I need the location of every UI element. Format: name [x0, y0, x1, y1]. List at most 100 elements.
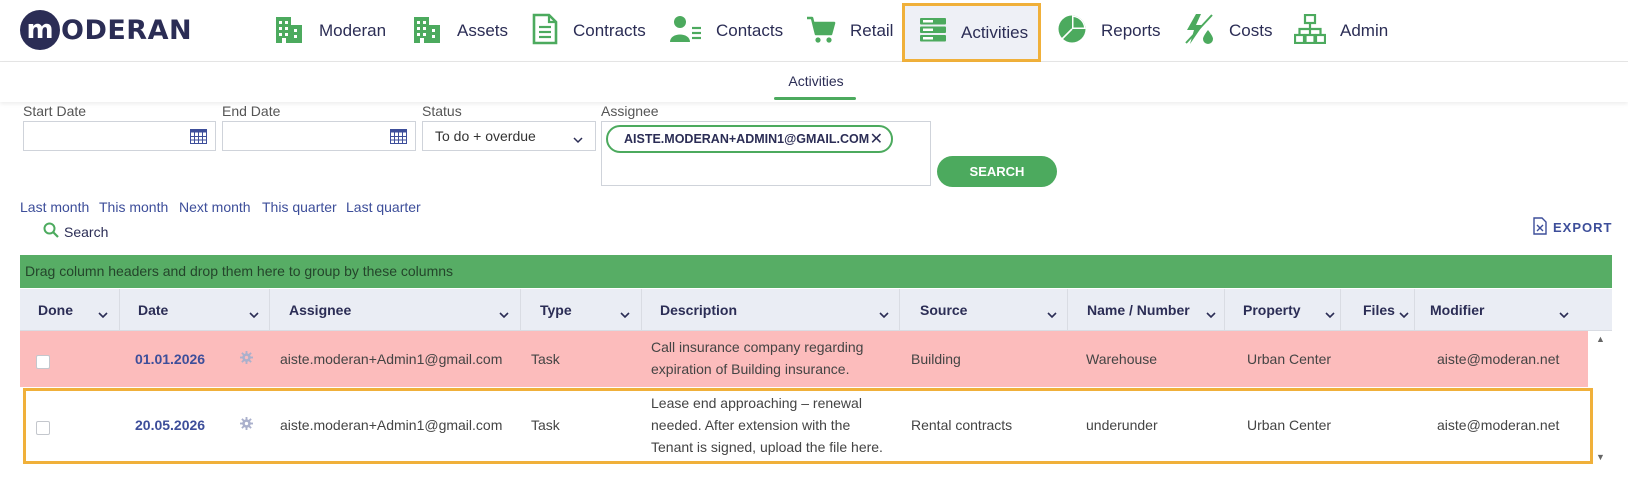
top-navigation: m ODERAN Moderan Assets Contracts Contac…	[0, 0, 1628, 62]
nav-label: Activities	[961, 22, 1029, 42]
nav-label: Reports	[1101, 21, 1161, 40]
nav-item-activities[interactable]: Activities	[902, 3, 1041, 62]
column-header-label: Name / Number	[1087, 302, 1190, 318]
pie-chart-icon	[1057, 14, 1101, 49]
quick-range-next-month[interactable]: Next month	[179, 199, 251, 215]
description-line: expiration of Building insurance.	[651, 361, 850, 377]
start-date-field[interactable]	[23, 121, 216, 151]
close-icon[interactable]: ✕	[870, 129, 883, 149]
end-date-label: End Date	[222, 103, 281, 119]
property-cell: Urban Center	[1247, 351, 1332, 367]
column-header-label: Modifier	[1430, 302, 1485, 318]
status-select[interactable]: To do + overdue	[422, 121, 596, 151]
column-header-modifier[interactable]: Modifier	[1415, 289, 1612, 331]
column-header-label: Property	[1243, 302, 1301, 318]
nav-item-admin[interactable]: Admin	[1293, 0, 1389, 62]
chevron-down-icon[interactable]	[98, 306, 108, 322]
chevron-down-icon[interactable]	[1325, 306, 1335, 322]
gear-icon[interactable]	[240, 351, 253, 367]
tab-activities[interactable]: Activities	[775, 73, 857, 89]
export-button[interactable]: EXPORT	[1533, 217, 1612, 238]
name-number-cell: Warehouse	[1086, 351, 1158, 367]
column-header-assignee[interactable]: Assignee	[270, 289, 521, 331]
nav-item-moderan[interactable]: Moderan	[273, 0, 386, 62]
moderan-logo[interactable]: m ODERAN	[20, 10, 192, 50]
description-line: needed. After extension with the	[651, 417, 851, 433]
search-icon	[43, 222, 59, 241]
column-header-done[interactable]: Done	[20, 289, 120, 331]
logo-text: ODERAN	[61, 14, 193, 46]
nav-label: Contacts	[716, 21, 784, 40]
server-list-icon	[919, 17, 961, 48]
nav-label: Assets	[457, 21, 509, 40]
document-icon	[531, 13, 573, 50]
description-line: Call insurance company regarding	[651, 339, 864, 355]
nav-item-contacts[interactable]: Contacts	[670, 0, 783, 62]
building-icon	[411, 13, 457, 50]
search-link-label: Search	[64, 223, 109, 240]
nav-item-reports[interactable]: Reports	[1057, 0, 1161, 62]
end-date-field[interactable]	[222, 121, 416, 151]
column-header-label: Files	[1363, 302, 1395, 318]
org-chart-icon	[1293, 13, 1340, 49]
description-line: Lease end approaching – renewal	[651, 395, 862, 411]
quick-range-this-quarter[interactable]: This quarter	[262, 199, 337, 215]
chevron-down-icon[interactable]	[499, 306, 509, 322]
description-cell: Call insurance company regarding expirat…	[651, 336, 863, 380]
export-label: EXPORT	[1553, 220, 1613, 235]
column-header-source[interactable]: Source	[900, 289, 1068, 331]
modifier-cell: aiste@moderan.net	[1437, 417, 1560, 433]
nav-item-assets[interactable]: Assets	[411, 0, 508, 62]
contacts-icon	[670, 14, 716, 49]
source-cell: Rental contracts	[911, 417, 1013, 433]
name-number-cell: underunder	[1086, 417, 1158, 433]
column-header-name-number[interactable]: Name / Number	[1068, 289, 1225, 331]
nav-item-contracts[interactable]: Contracts	[531, 0, 646, 62]
table-row[interactable]: 01.01.2026 aiste.moderan+Admin1@gmail.co…	[20, 331, 1588, 387]
nav-item-costs[interactable]: Costs	[1183, 0, 1272, 62]
building-icon	[273, 13, 319, 50]
chevron-down-icon	[573, 131, 583, 147]
column-header-date[interactable]: Date	[120, 289, 270, 331]
assignee-label: Assignee	[601, 103, 659, 119]
nav-label: Admin	[1340, 21, 1389, 40]
column-header-label: Description	[660, 302, 738, 318]
nav-item-retail[interactable]: Retail	[806, 0, 893, 62]
chevron-down-icon[interactable]	[1206, 306, 1216, 322]
column-header-description[interactable]: Description	[642, 289, 900, 331]
table-row[interactable]: 20.05.2026 aiste.moderan+Admin1@gmail.co…	[20, 387, 1588, 462]
column-header-property[interactable]: Property	[1225, 289, 1341, 331]
status-label: Status	[422, 103, 462, 119]
chevron-down-icon[interactable]	[1559, 306, 1569, 322]
column-header-type[interactable]: Type	[521, 289, 642, 331]
done-checkbox[interactable]	[36, 421, 50, 435]
chevron-down-icon[interactable]	[249, 306, 259, 322]
column-header-label: Done	[38, 302, 73, 318]
nav-label: Costs	[1229, 21, 1273, 40]
done-checkbox[interactable]	[36, 355, 50, 369]
search-button[interactable]: SEARCH	[937, 156, 1057, 187]
quick-range-this-month[interactable]: This month	[99, 199, 168, 215]
description-line: Tenant is signed, upload the file here.	[651, 439, 883, 455]
quick-range-last-month[interactable]: Last month	[20, 199, 89, 215]
scroll-down-arrow[interactable]: ▼	[1596, 452, 1605, 462]
cart-icon	[806, 14, 850, 49]
quick-range-last-quarter[interactable]: Last quarter	[346, 199, 421, 215]
scroll-up-arrow[interactable]: ▲	[1596, 334, 1605, 344]
assignee-cell: aiste.moderan+Admin1@gmail.com	[280, 351, 503, 367]
chevron-down-icon[interactable]	[879, 306, 889, 322]
chevron-down-icon[interactable]	[1047, 306, 1057, 322]
column-header-files[interactable]: Files	[1341, 289, 1415, 331]
assignee-chip[interactable]: AISTE.MODERAN+ADMIN1@GMAIL.COM ✕	[606, 125, 893, 153]
chevron-down-icon[interactable]	[1399, 306, 1409, 322]
assignee-multiselect[interactable]: AISTE.MODERAN+ADMIN1@GMAIL.COM ✕	[601, 121, 931, 186]
calendar-icon[interactable]	[190, 129, 207, 149]
activity-date[interactable]: 01.01.2026	[135, 348, 205, 370]
group-by-drop-area[interactable]: Drag column headers and drop them here t…	[20, 255, 1612, 288]
activity-date[interactable]: 20.05.2026	[135, 414, 205, 436]
nav-label: Moderan	[319, 21, 387, 40]
calendar-icon[interactable]	[390, 129, 407, 149]
search-toggle[interactable]: Search	[43, 222, 108, 241]
chevron-down-icon[interactable]	[620, 306, 630, 322]
gear-icon[interactable]	[240, 417, 253, 433]
